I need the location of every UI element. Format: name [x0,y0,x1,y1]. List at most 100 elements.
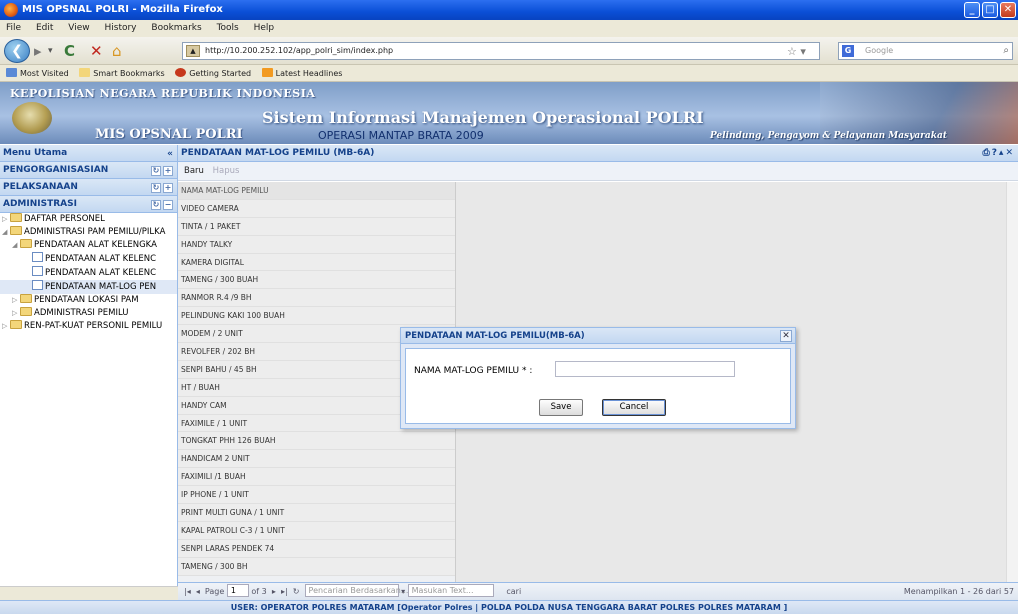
table-row[interactable]: FAXIMILI /1 BUAH [178,468,455,487]
expand-arrow-icon[interactable]: ▷ [2,320,10,333]
bookmark-star-icon[interactable]: ☆ ▾ [787,45,806,58]
bookmarks-bar: Most Visited Smart Bookmarks Getting Sta… [0,65,1018,82]
tree-item-administrasi-pam[interactable]: ◢ ADMINISTRASI PAM PEMILU/PILKA [0,226,177,239]
first-page-icon[interactable]: |◂ [184,587,191,596]
panel-title: PENDATAAN MAT-LOG PEMILU (MB-6A) [181,148,375,158]
section-administrasi[interactable]: ADMINISTRASI ↻ − [0,196,177,213]
bookmark-icon [6,68,17,77]
refresh-icon[interactable]: ↻ [151,200,161,210]
table-row[interactable]: TAMENG / 300 BUAH [178,271,455,290]
tree-item-daftar-personel[interactable]: ▷ DAFTAR PERSONEL [0,213,177,226]
table-row[interactable]: TONGKAT PHH 126 BUAH [178,432,455,451]
refresh-icon[interactable]: ↻ [151,183,161,193]
menu-edit[interactable]: Edit [36,23,53,33]
dialog-close-icon[interactable]: ✕ [780,330,792,342]
menu-file[interactable]: File [6,23,21,33]
tree-item-administrasi-pemilu[interactable]: ▷ ADMINISTRASI PEMILU [0,307,177,320]
maximize-button[interactable]: □ [982,2,998,18]
next-page-icon[interactable]: ▸ [272,587,276,596]
table-row[interactable]: VIDEO CAMERA [178,199,455,218]
bookmark-latest-headlines[interactable]: Latest Headlines [261,68,342,78]
forward-button[interactable]: ▸ [34,42,42,60]
search-bar[interactable]: G Google ⌕ [838,42,1013,60]
stop-button[interactable]: ✕ [90,42,103,60]
folder-open-icon [10,226,22,235]
prev-page-icon[interactable]: ◂ [196,587,200,596]
collapse-arrow-icon[interactable]: ◢ [2,226,10,239]
history-dropdown-icon[interactable]: ▾ [48,42,53,60]
expand-arrow-icon[interactable]: ▷ [12,294,20,307]
menu-bookmarks[interactable]: Bookmarks [151,23,201,33]
menu-help[interactable]: Help [254,23,275,33]
tree-item-pendataan-alat-1[interactable]: PENDATAAN ALAT KELENC [0,252,177,266]
collapse-arrow-icon[interactable]: ◢ [12,239,20,252]
new-button[interactable]: Baru [184,166,204,176]
tree-item-pendataan-lokasi[interactable]: ▷ PENDATAAN LOKASI PAM [0,294,177,307]
vertical-scrollbar[interactable] [1006,182,1018,582]
url-bar[interactable]: ▲ http://10.200.252.102/app_polri_sim/in… [182,42,820,60]
reload-button[interactable]: C [64,42,75,60]
table-row[interactable]: RANMOR R.4 /9 BH [178,289,455,308]
table-row[interactable]: KAPAL PATROLI C-3 / 1 UNIT [178,521,455,540]
horizontal-scrollbar[interactable] [0,586,178,600]
search-text-input[interactable]: Masukan Text... [407,584,494,597]
firefox-bookmark-icon [175,68,187,77]
tree-item-ren-pat-kuat[interactable]: ▷ REN-PAT-KUAT PERSONIL PEMILU [0,320,177,333]
folder-icon [10,213,22,222]
refresh-icon[interactable]: ↻ [293,587,300,596]
close-icon[interactable]: ✕ [1005,148,1015,158]
page-label: Page [204,587,225,596]
title-bar: MIS OPSNAL POLRI - Mozilla Firefox _ □ ✕ [0,0,1018,20]
menu-view[interactable]: View [68,23,89,33]
collapse-icon[interactable]: − [163,200,173,210]
search-icon[interactable]: ⌕ [1003,43,1009,59]
last-page-icon[interactable]: ▸| [281,587,288,596]
tagline: Pelindung, Pengayom & Pelayanan Masyarak… [710,131,947,141]
help-icon[interactable]: ? [992,148,999,158]
bookmark-most-visited[interactable]: Most Visited [6,68,69,78]
tree-item-pendataan-mat-log[interactable]: PENDATAAN MAT-LOG PEN [0,280,177,294]
folder-icon [20,307,32,316]
table-row[interactable]: KAMERA DIGITAL [178,253,455,272]
minimize-button[interactable]: _ [964,2,980,18]
expand-icon[interactable]: + [163,166,173,176]
table-row[interactable]: IP PHONE / 1 UNIT [178,486,455,505]
table-row[interactable]: PRINT MULTI GUNA / 1 UNIT [178,504,455,522]
table-row[interactable]: TAMENG / 300 BH [178,557,455,576]
delete-button[interactable]: Hapus [213,166,240,176]
column-header[interactable]: NAMA MAT-LOG PEMILU [178,182,455,200]
expand-arrow-icon[interactable]: ▷ [12,307,20,320]
nama-mat-log-input[interactable] [555,361,735,377]
bookmark-getting-started[interactable]: Getting Started [175,68,251,78]
table-row[interactable]: TINTA / 1 PAKET [178,217,455,236]
close-window-button[interactable]: ✕ [1000,2,1016,18]
home-button[interactable]: ⌂ [112,42,122,60]
section-pelaksanaan[interactable]: PELAKSANAAN ↻ + [0,179,177,196]
table-row[interactable]: PELINDUNG KAKI 100 BUAH [178,307,455,326]
table-row[interactable]: HANDICAM 2 UNIT [178,450,455,469]
menu-tools[interactable]: Tools [217,23,239,33]
expand-icon[interactable]: + [163,183,173,193]
header-banner: KEPOLISIAN NEGARA REPUBLIK INDONESIA MIS… [0,82,1018,144]
search-button[interactable]: cari [506,587,521,596]
table-row[interactable]: SENPI LARAS PENDEK 74 [178,539,455,558]
folder-open-icon [20,239,32,248]
search-field-select[interactable]: Pencarian Berdasarkan... [304,584,408,597]
cancel-button[interactable]: Cancel [602,399,666,416]
collapse-panel-icon[interactable]: « [167,146,173,163]
tree-item-pendataan-alat-2[interactable]: PENDATAAN ALAT KELENC [0,266,177,280]
section-pengorganisasian[interactable]: PENGORGANISASIAN ↻ + [0,162,177,179]
refresh-icon[interactable]: ↻ [151,166,161,176]
back-button[interactable]: ❮ [4,39,30,63]
save-button[interactable]: Save [539,399,583,416]
tree-label: PENDATAAN ALAT KELENC [45,268,157,278]
bookmark-smart[interactable]: Smart Bookmarks [79,68,165,78]
page-number-input[interactable]: 1 [226,584,249,597]
tree-item-pendataan-alat[interactable]: ◢ PENDATAAN ALAT KELENGKA [0,239,177,252]
expand-arrow-icon[interactable]: ▷ [2,213,10,226]
menu-history[interactable]: History [104,23,136,33]
form-icon [32,280,43,290]
print-icon[interactable]: ⎙ [982,148,991,158]
table-row[interactable]: HANDY TALKY [178,235,455,254]
dropdown-arrow-icon[interactable]: ▾ [401,587,405,596]
